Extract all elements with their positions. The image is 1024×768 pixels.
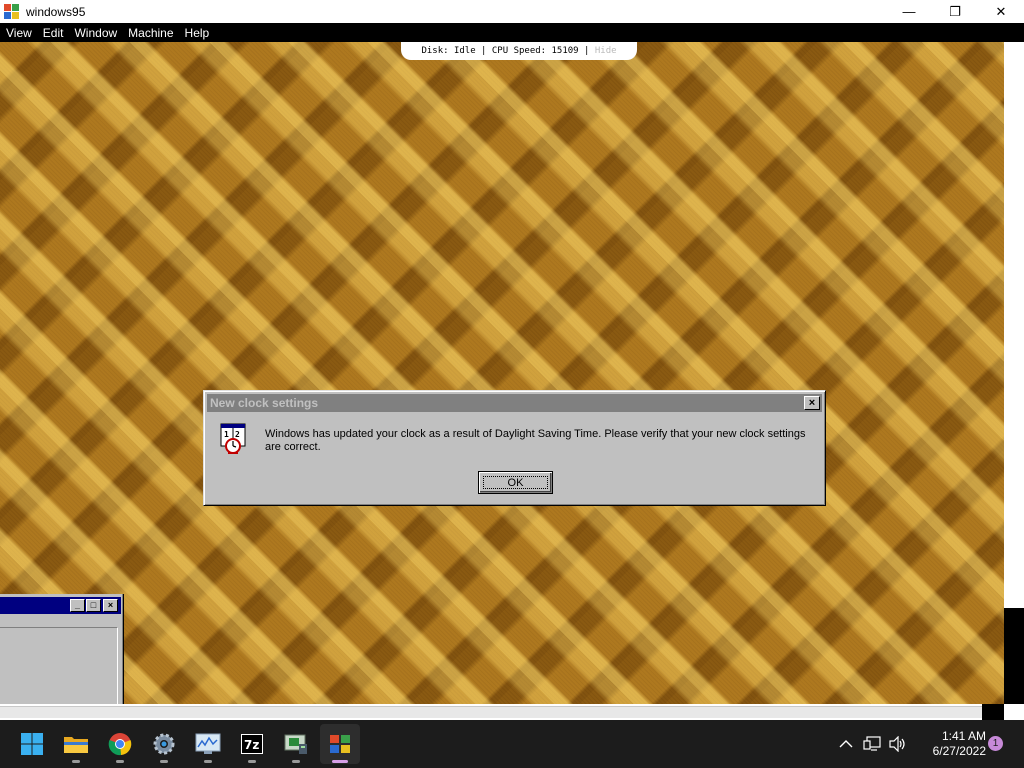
clock-settings-icon: 1 2	[218, 422, 250, 454]
host-title-bar: windows95 — ❐ ✕	[0, 0, 1024, 23]
host-window-controls: — ❐ ✕	[886, 0, 1024, 23]
chrome-icon	[108, 733, 132, 756]
tray-overflow-chevron[interactable]	[836, 734, 856, 754]
running-indicator	[160, 760, 168, 763]
maximize-icon: □	[90, 600, 97, 610]
monitor-graph-icon	[195, 733, 221, 754]
vertical-scrollbar-thumb[interactable]	[1004, 608, 1024, 704]
taskbar: 7z 1:41 AM 6/27/2022	[0, 720, 1024, 768]
menu-help[interactable]: Help	[179, 26, 215, 40]
emulator-status-bar: Disk: Idle | CPU Speed: 15109 | Hide	[401, 42, 637, 60]
dialog-message: Windows has updated your clock as a resu…	[265, 428, 806, 453]
close-icon: ✕	[995, 3, 1007, 19]
dialog-titlebar[interactable]: New clock settings ×	[207, 394, 822, 412]
minimize-button[interactable]: —	[886, 0, 932, 23]
restore-icon: ❐	[949, 3, 961, 19]
running-indicator	[292, 760, 300, 763]
background-close-button[interactable]: ×	[103, 599, 118, 612]
clock-date: 6/27/2022	[932, 744, 986, 758]
chevron-up-icon	[839, 740, 853, 748]
running-indicator	[72, 760, 80, 763]
vertical-scrollbar[interactable]	[1004, 42, 1024, 704]
close-icon: ×	[808, 396, 816, 409]
svg-text:7z: 7z	[244, 738, 259, 752]
windows95-icon	[330, 735, 350, 753]
svg-text:1: 1	[224, 430, 229, 439]
running-indicator	[248, 760, 256, 763]
clock-time: 1:41 AM	[941, 729, 986, 743]
windows95-app-icon	[4, 3, 20, 20]
volume-tray-button[interactable]	[888, 734, 908, 754]
cpu-speed: CPU Speed: 15109	[491, 46, 579, 56]
menu-edit[interactable]: Edit	[37, 26, 69, 40]
taskbar-windows95[interactable]	[320, 724, 360, 764]
scrollbar-corner	[982, 704, 1004, 720]
notification-badge[interactable]: 1	[988, 736, 1003, 751]
background-window-titlebar[interactable]: _ □ ×	[0, 597, 121, 614]
disk-status: Disk: Idle	[421, 46, 476, 56]
taskbar-chrome[interactable]	[100, 724, 140, 764]
taskbar-file-explorer[interactable]	[56, 724, 96, 764]
menu-machine[interactable]: Machine	[122, 26, 178, 40]
ok-button[interactable]: OK	[478, 471, 553, 494]
taskbar-settings[interactable]	[144, 724, 184, 764]
svg-text:2: 2	[235, 430, 240, 439]
running-indicator	[204, 760, 212, 763]
network-icon	[863, 736, 881, 751]
folder-icon	[64, 737, 88, 753]
taskbar-cpu-tool[interactable]	[276, 724, 316, 764]
running-indicator	[116, 760, 124, 763]
taskbar-clock[interactable]: 1:41 AM 6/27/2022	[916, 729, 986, 759]
close-button[interactable]: ✕	[978, 0, 1024, 23]
windows-logo-icon	[21, 733, 43, 755]
background-maximize-button[interactable]: □	[86, 599, 101, 612]
menu-window[interactable]: Window	[68, 26, 122, 40]
host-menubar: View Edit Window Machine Help	[0, 23, 1024, 42]
horizontal-scrollbar-track[interactable]	[0, 706, 982, 718]
network-tray-button[interactable]	[862, 734, 882, 754]
gear-icon	[153, 733, 175, 755]
background-window[interactable]: _ □ ×	[0, 594, 124, 704]
hide-status-link[interactable]: Hide	[595, 46, 617, 56]
focus-rectangle	[483, 476, 548, 489]
host-window-title: windows95	[26, 4, 86, 19]
background-window-body	[0, 627, 118, 704]
active-indicator	[332, 760, 348, 763]
chip-icon	[284, 734, 307, 754]
speaker-icon	[889, 736, 905, 752]
taskbar-resource-monitor[interactable]	[188, 724, 228, 764]
dialog-title: New clock settings	[210, 396, 319, 410]
close-icon: ×	[107, 600, 114, 610]
taskbar-7zip[interactable]: 7z	[232, 724, 272, 764]
7zip-icon: 7z	[241, 734, 263, 754]
minimize-icon: _	[74, 600, 80, 610]
minimize-icon: —	[902, 4, 916, 19]
dialog-close-button[interactable]: ×	[804, 396, 820, 410]
win95-desktop[interactable]	[0, 42, 1004, 704]
background-minimize-button[interactable]: _	[70, 599, 85, 612]
clock-settings-dialog: New clock settings × 1 2 Windows has upd…	[203, 390, 826, 506]
start-button[interactable]	[12, 724, 52, 764]
maximize-button[interactable]: ❐	[932, 0, 978, 23]
menu-view[interactable]: View	[0, 26, 37, 40]
